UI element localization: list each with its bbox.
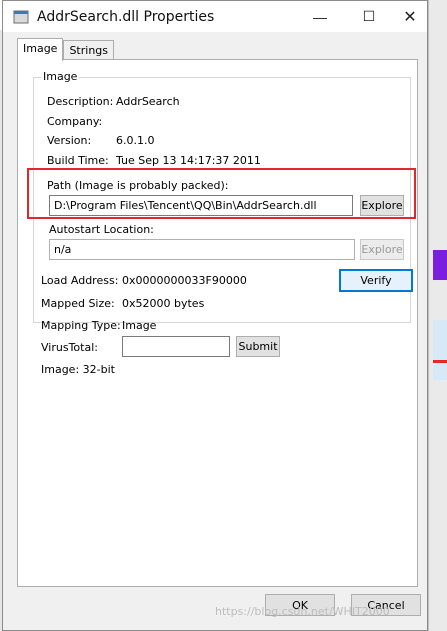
mapping-type-value: Image xyxy=(122,319,157,332)
version-value: 6.0.1.0 xyxy=(116,134,155,147)
tab-image[interactable]: Image xyxy=(17,38,64,61)
image-group-legend: Image xyxy=(41,70,80,83)
image-tab-panel: Image Description: AddrSearch Company: V… xyxy=(17,59,418,587)
app-window-icon xyxy=(13,10,29,23)
build-time-value: Tue Sep 13 14:17:37 2011 xyxy=(116,154,261,167)
version-label: Version: xyxy=(47,134,92,147)
close-button[interactable]: ✕ xyxy=(388,1,432,32)
path-field[interactable]: D:\Program Files\Tencent\QQ\Bin\AddrSear… xyxy=(49,195,353,216)
mapping-type-label: Mapping Type: xyxy=(41,319,121,332)
build-time-label: Build Time: xyxy=(47,154,109,167)
path-label: Path (Image is probably packed): xyxy=(47,179,229,192)
properties-dialog: AddrSearch.dll Properties — ☐ ✕ Image St… xyxy=(2,0,428,631)
load-address-value: 0x0000000033F90000 xyxy=(122,274,247,287)
virustotal-label: VirusTotal: xyxy=(41,341,98,354)
explore-autostart-button[interactable]: Explore xyxy=(360,239,404,260)
background-app-strip xyxy=(428,0,447,631)
watermark-text: https://blog.csdn.net/WHIT2000 xyxy=(215,605,390,618)
tab-strip: Image Strings xyxy=(17,38,115,61)
mapped-size-value: 0x52000 bytes xyxy=(122,297,205,310)
title-bar: AddrSearch.dll Properties — ☐ ✕ xyxy=(3,1,427,32)
minimize-button[interactable]: — xyxy=(298,1,342,32)
explore-path-button[interactable]: Explore xyxy=(360,195,404,216)
mapped-size-label: Mapped Size: xyxy=(41,297,115,310)
tab-strings[interactable]: Strings xyxy=(63,40,115,61)
virustotal-field[interactable] xyxy=(122,336,230,357)
company-label: Company: xyxy=(47,115,103,128)
description-label: Description: xyxy=(47,95,114,108)
description-value: AddrSearch xyxy=(116,95,180,108)
image-bits-text: Image: 32-bit xyxy=(41,363,115,376)
window-title: AddrSearch.dll Properties xyxy=(37,8,215,25)
submit-button[interactable]: Submit xyxy=(236,336,280,357)
autostart-location-field[interactable]: n/a xyxy=(49,239,355,260)
verify-button[interactable]: Verify xyxy=(339,269,413,292)
maximize-button[interactable]: ☐ xyxy=(347,1,391,32)
load-address-label: Load Address: xyxy=(41,274,119,287)
autostart-location-label: Autostart Location: xyxy=(49,223,154,236)
